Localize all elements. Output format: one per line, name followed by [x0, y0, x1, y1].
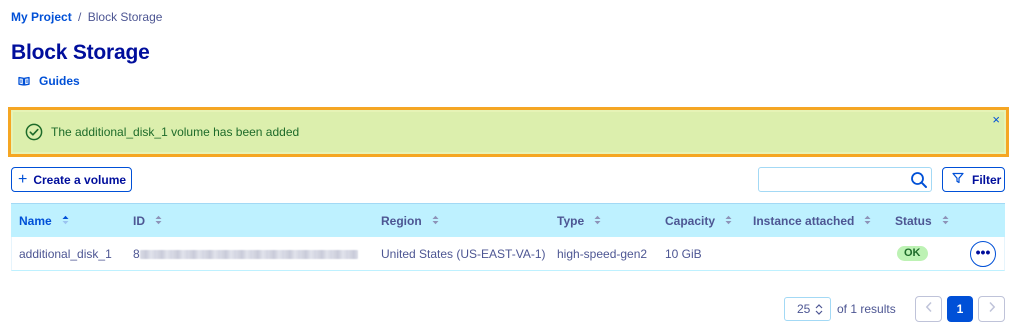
- cell-capacity: 10 GiB: [665, 247, 702, 261]
- breadcrumb-current: Block Storage: [87, 10, 163, 24]
- cell-name: additional_disk_1: [19, 247, 112, 261]
- table-header: Name ID Region Type Capacity Instance at…: [11, 203, 1005, 237]
- redacted-id: [140, 250, 358, 259]
- filter-icon: [952, 171, 964, 189]
- sort-icon: [594, 214, 601, 228]
- more-icon: •••: [975, 244, 991, 260]
- sort-icon: [62, 214, 69, 228]
- create-volume-label: Create a volume: [33, 172, 127, 187]
- search-field[interactable]: [758, 167, 932, 192]
- filter-label: Filter: [972, 172, 1002, 187]
- column-label-name: Name: [19, 214, 52, 228]
- column-header-instance[interactable]: Instance attached: [753, 214, 871, 228]
- column-label-instance: Instance attached: [753, 214, 855, 228]
- previous-page-button[interactable]: [915, 296, 942, 322]
- sort-icon: [864, 214, 871, 228]
- create-volume-button[interactable]: + Create a volume: [11, 167, 132, 192]
- sort-icon: [432, 214, 439, 228]
- alert-message: The additional_disk_1 volume has been ad…: [51, 125, 300, 139]
- table-row[interactable]: additional_disk_1 8 United States (US-EA…: [11, 237, 1005, 271]
- column-label-type: Type: [557, 214, 585, 228]
- page-size-value: 25: [797, 302, 811, 316]
- search-icon[interactable]: [910, 171, 928, 194]
- page-size-select[interactable]: 25: [784, 297, 831, 321]
- sort-chevron-icon: [815, 303, 823, 315]
- chevron-left-icon: [925, 300, 933, 318]
- cell-region: United States (US-EAST-VA-1): [381, 247, 546, 261]
- sort-icon: [725, 214, 732, 228]
- column-header-region[interactable]: Region: [381, 214, 439, 228]
- book-icon: [18, 76, 30, 86]
- cell-id: 8: [133, 247, 140, 261]
- chevron-right-icon: [988, 300, 996, 318]
- search-input[interactable]: [763, 170, 903, 189]
- column-header-name[interactable]: Name: [19, 214, 69, 228]
- cell-type: high-speed-gen2: [557, 247, 648, 261]
- breadcrumb-separator: /: [78, 10, 82, 24]
- sort-icon: [942, 214, 949, 228]
- check-circle-icon: [25, 123, 43, 141]
- breadcrumb-link-project[interactable]: My Project: [11, 10, 72, 24]
- filter-button[interactable]: Filter: [942, 167, 1005, 192]
- next-page-button[interactable]: [978, 296, 1005, 322]
- column-header-id[interactable]: ID: [133, 214, 162, 228]
- row-actions-button[interactable]: •••: [970, 241, 996, 267]
- volumes-table: Name ID Region Type Capacity Instance at…: [11, 203, 1005, 271]
- plus-icon: +: [18, 170, 28, 188]
- close-icon[interactable]: ×: [992, 113, 1000, 126]
- status-badge: OK: [897, 246, 928, 261]
- page-button-current[interactable]: 1: [947, 296, 973, 322]
- sort-icon: [155, 214, 162, 228]
- column-label-status: Status: [895, 214, 932, 228]
- column-label-id: ID: [133, 214, 145, 228]
- page-title: Block Storage: [11, 41, 150, 64]
- guides-link[interactable]: Guides: [18, 74, 80, 88]
- breadcrumb: My Project / Block Storage: [11, 10, 162, 24]
- results-count: of 1 results: [837, 302, 896, 316]
- guides-label: Guides: [39, 74, 80, 88]
- column-label-capacity: Capacity: [665, 214, 716, 228]
- column-header-capacity[interactable]: Capacity: [665, 214, 732, 228]
- column-header-type[interactable]: Type: [557, 214, 601, 228]
- column-label-region: Region: [381, 214, 422, 228]
- column-header-status[interactable]: Status: [895, 214, 949, 228]
- success-alert: The additional_disk_1 volume has been ad…: [8, 107, 1009, 157]
